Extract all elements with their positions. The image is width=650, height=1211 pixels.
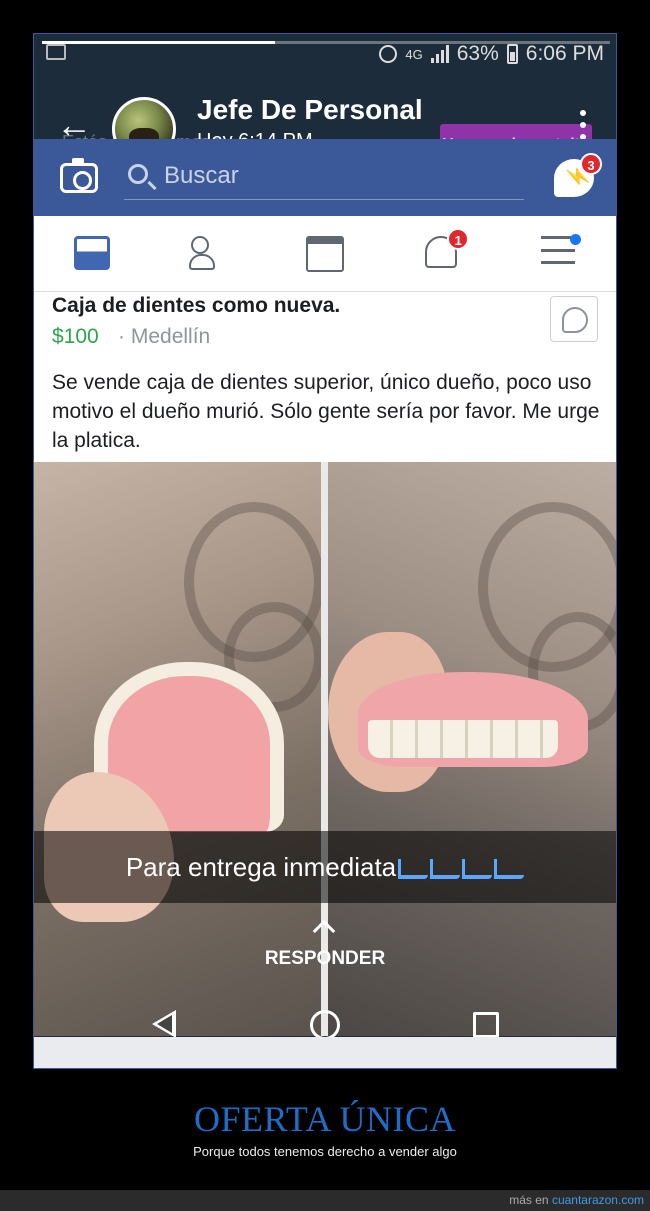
messenger-badge: 3 <box>580 153 602 175</box>
meme-title: OFERTA ÚNICA <box>194 1099 456 1139</box>
story-author[interactable]: Jefe De Personal <box>197 94 423 126</box>
notifications-badge: 1 <box>447 228 470 250</box>
nav-recent-apps-icon[interactable] <box>473 1012 499 1038</box>
shopping-cart-icon <box>398 859 429 880</box>
tab-menu[interactable] <box>500 216 616 291</box>
alarm-icon <box>379 45 398 63</box>
clock: 6:06 PM <box>525 42 604 65</box>
post-price: $100 <box>52 325 99 348</box>
search-bar[interactable] <box>124 156 524 200</box>
separator-dot: · <box>118 325 125 348</box>
meme-subtitle: Porque todos tenemos derecho a vender al… <box>193 1144 457 1159</box>
post-description: Se vende caja de dientes superior, único… <box>52 371 600 452</box>
menu-indicator-dot <box>569 234 581 245</box>
tab-friends[interactable] <box>150 216 266 291</box>
network-type: 4G <box>405 46 423 62</box>
tab-news-feed[interactable] <box>34 216 150 291</box>
status-bar: 4G 63% 6:06 PM <box>34 34 616 76</box>
facebook-top-bar: 3 <box>34 139 616 216</box>
bottom-strip <box>34 1037 616 1068</box>
nav-tabs: 1 <box>34 216 616 292</box>
post-title[interactable]: Caja de dientes como nueva. <box>52 294 340 318</box>
nav-home-icon[interactable] <box>310 1010 340 1040</box>
site-link[interactable]: cuantarazon.com <box>552 1193 644 1207</box>
calendar-icon <box>46 44 66 60</box>
phone-screenshot: 4G 63% 6:06 PM Estás usando modo ← Jefe … <box>33 33 617 1069</box>
camera-icon[interactable] <box>60 158 98 193</box>
search-input[interactable] <box>164 158 504 194</box>
signal-icon <box>430 45 449 63</box>
message-seller-button[interactable] <box>550 296 598 342</box>
post-location: · Medellín <box>118 325 210 349</box>
shopping-cart-icon <box>462 859 493 880</box>
story-progress-fill <box>42 41 275 44</box>
search-icon <box>128 164 148 184</box>
reply-button[interactable]: RESPONDER <box>34 948 616 970</box>
status-icons: 4G 63% 6:06 PM <box>379 42 604 66</box>
shopping-cart-icon <box>494 859 525 880</box>
site-footer: más en cuantarazon.com <box>0 1190 650 1211</box>
location-text: Medellín <box>130 325 211 348</box>
news-feed-icon <box>74 236 111 270</box>
tab-marketplace[interactable] <box>267 216 383 291</box>
story-caption: Para entrega inmediata <box>34 852 616 883</box>
friends-icon <box>188 236 229 270</box>
battery-icon <box>506 44 518 64</box>
more-options-icon[interactable] <box>580 110 586 140</box>
tab-notifications[interactable]: 1 <box>383 216 499 291</box>
battery-percent: 63% <box>456 42 499 65</box>
shopping-cart-icon <box>430 859 461 880</box>
marketplace-post: Caja de dientes como nueva. $100 · Medel… <box>34 292 616 462</box>
nav-back-icon[interactable] <box>152 1010 176 1038</box>
marketplace-icon <box>306 236 345 272</box>
